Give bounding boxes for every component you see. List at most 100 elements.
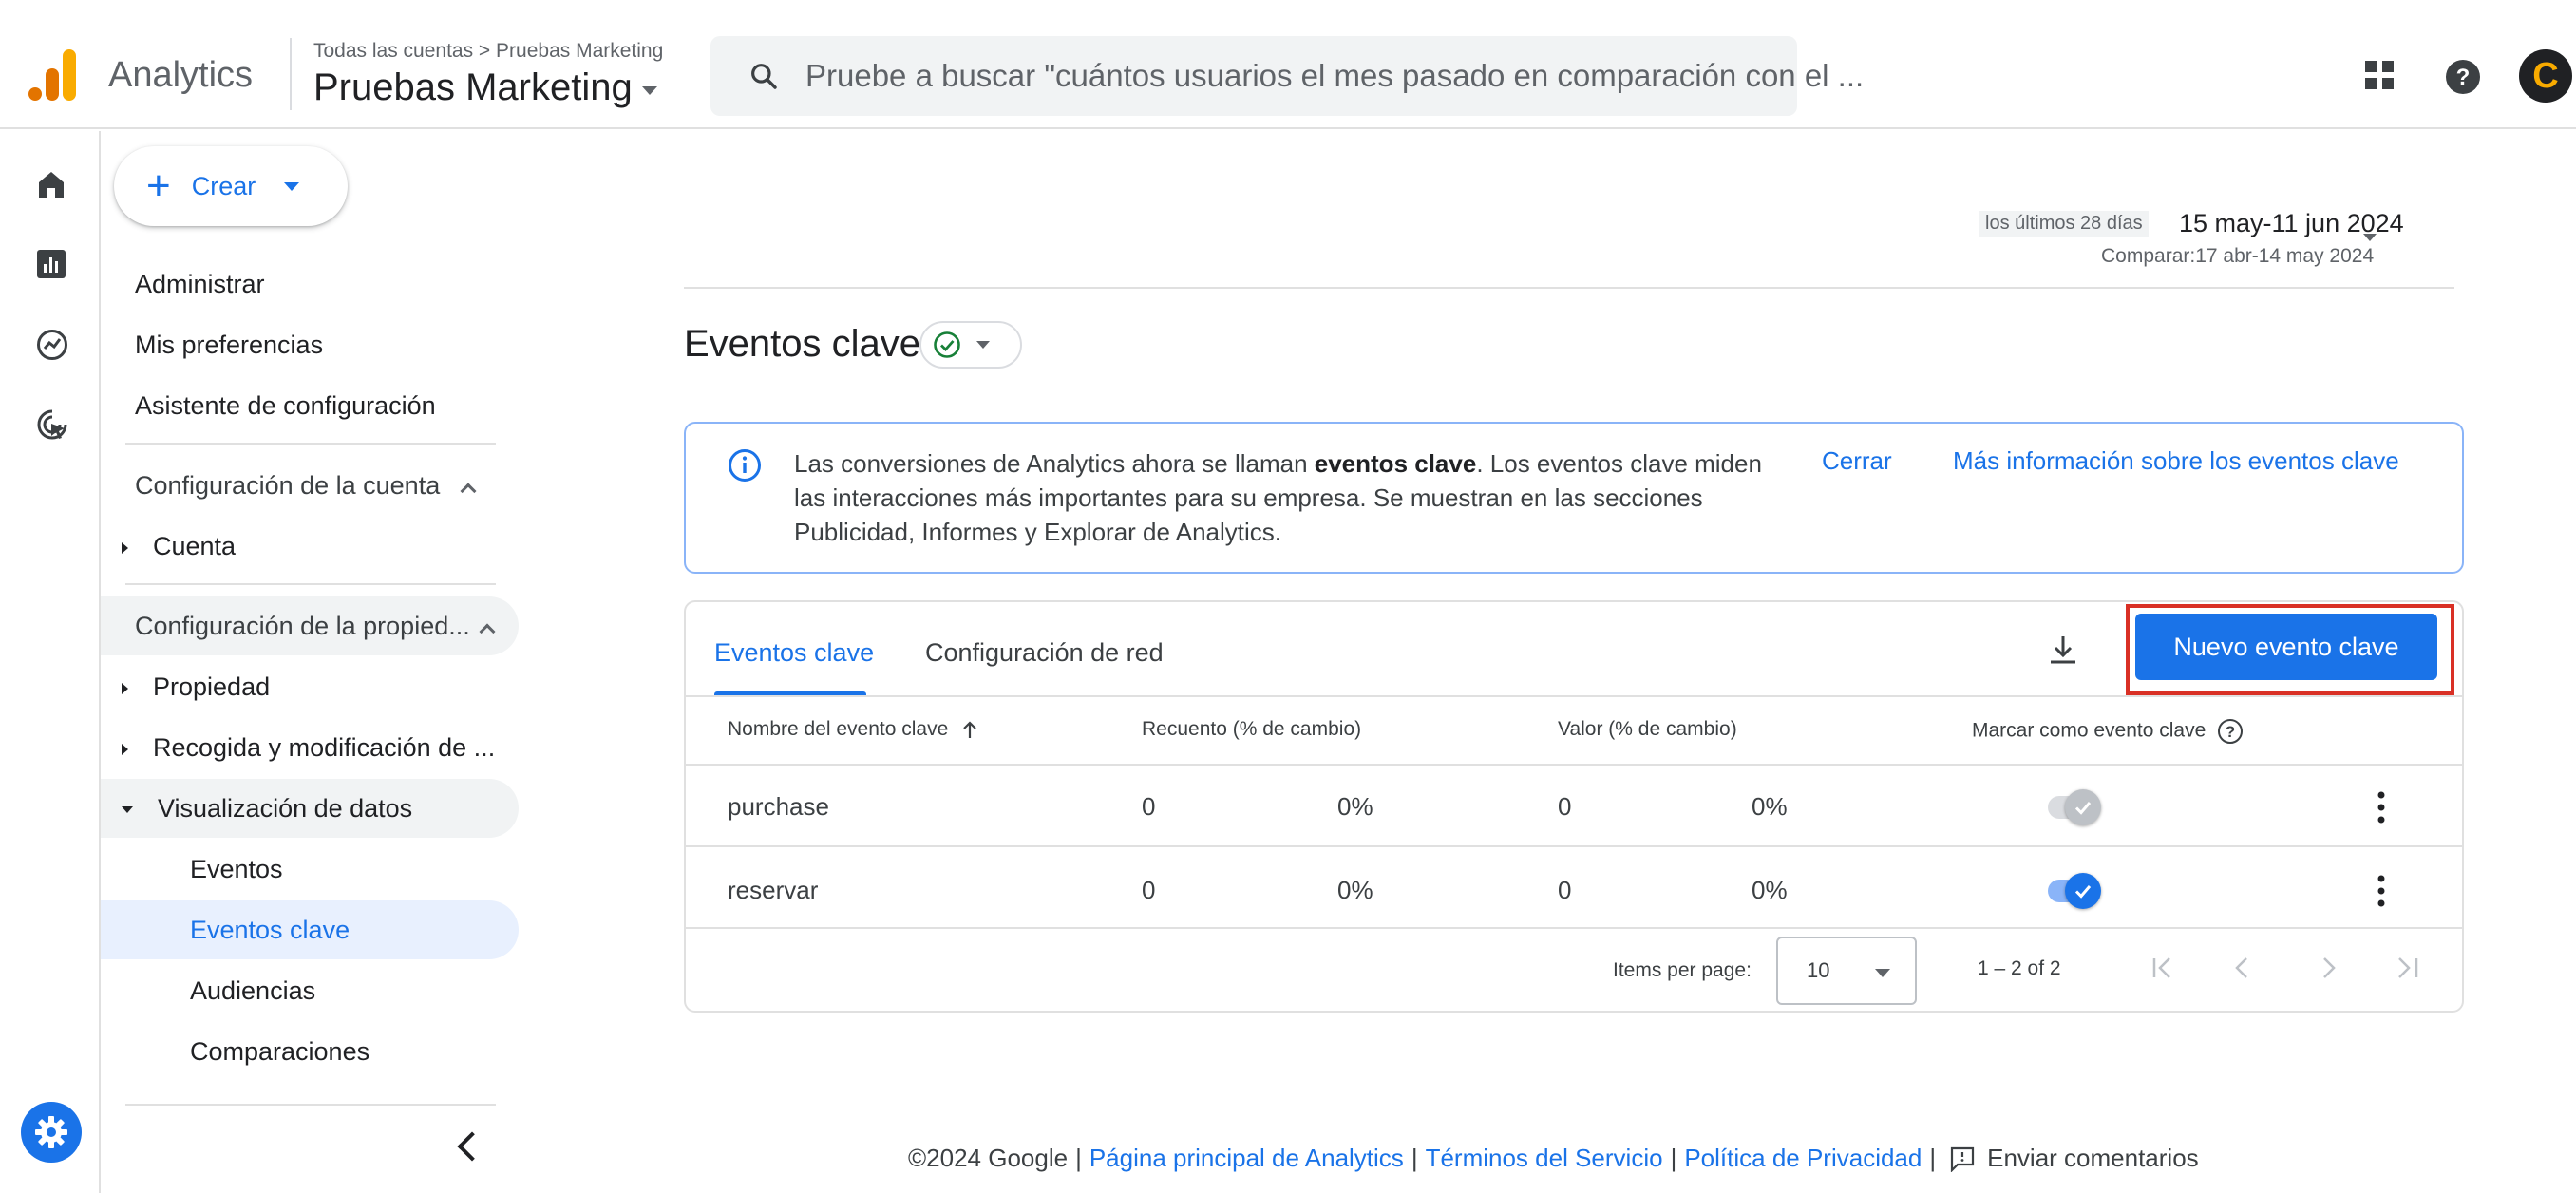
column-header-count[interactable]: Recuento (% de cambio)	[1142, 718, 1361, 741]
expand-arrow-icon	[122, 682, 128, 694]
annotation-highlight-box	[2126, 604, 2454, 695]
search-icon	[748, 61, 779, 91]
create-label: Crear	[191, 171, 256, 200]
banner-close-link[interactable]: Cerrar	[1822, 446, 1892, 476]
date-caret-down-icon[interactable]	[2363, 234, 2377, 241]
event-value-change: 0%	[1752, 792, 1788, 821]
caret-down-icon	[641, 86, 657, 95]
caret-down-icon	[284, 181, 300, 191]
footer: ©2024 Google | Página principal de Analy…	[908, 1144, 2199, 1173]
first-page-icon[interactable]	[2150, 954, 2177, 982]
nav-events[interactable]: Eventos	[190, 855, 283, 884]
svg-text:?: ?	[2456, 65, 2471, 90]
footer-separator: |	[1411, 1144, 1418, 1172]
apps-grid-icon[interactable]	[2365, 61, 2396, 91]
search-bar[interactable]: Pruebe a buscar "cuántos usuarios el mes…	[710, 36, 1864, 116]
column-header-mark[interactable]: Marcar como evento clave ?	[1972, 718, 2244, 745]
nav-account[interactable]: Cuenta	[122, 532, 236, 561]
plus-icon: +	[146, 162, 171, 209]
nav-setup-assistant[interactable]: Asistente de configuración	[135, 391, 436, 421]
more-vert-icon[interactable]	[2377, 874, 2386, 908]
data-collection-label: Recogida y modificación de ...	[153, 733, 496, 762]
check-circle-icon	[933, 331, 961, 359]
event-count: 0	[1142, 792, 1156, 821]
date-range-label[interactable]: los últimos 28 días	[1979, 211, 2149, 237]
home-icon[interactable]	[36, 169, 66, 199]
page-title: Eventos clave	[684, 323, 921, 365]
column-header-value[interactable]: Valor (% de cambio)	[1558, 718, 1737, 741]
items-per-page-select[interactable]: 10	[1776, 937, 1917, 1005]
nav-divider	[125, 1104, 496, 1106]
nav-data-collection[interactable]: Recogida y modificación de ...	[122, 733, 495, 763]
svg-text:?: ?	[2226, 723, 2235, 741]
expand-arrow-icon	[122, 541, 128, 554]
nav-comparisons[interactable]: Comparaciones	[190, 1037, 369, 1067]
account-settings-label: Configuración de la cuenta	[135, 471, 441, 500]
nav-admin[interactable]: Administrar	[135, 270, 265, 299]
account-label: Cuenta	[153, 532, 237, 560]
nav-audiences[interactable]: Audiencias	[190, 976, 315, 1006]
event-name: reservar	[728, 876, 819, 904]
analytics-logo-icon[interactable]	[28, 49, 78, 101]
advertising-icon[interactable]	[36, 408, 68, 441]
nav-property-settings[interactable]: Configuración de la propied...	[135, 612, 496, 641]
nav-data-display[interactable]: Visualización de datos	[122, 794, 412, 824]
last-page-icon[interactable]	[2394, 954, 2420, 982]
chevron-up-icon	[460, 483, 477, 500]
mark-key-event-toggle	[2048, 789, 2101, 825]
compare-range[interactable]: Comparar:17 abr-14 may 2024	[2101, 245, 2374, 268]
caret-down-icon	[1875, 969, 1890, 977]
status-chip[interactable]	[919, 321, 1022, 369]
column-header-name[interactable]: Nombre del evento clave	[728, 718, 978, 741]
left-rail	[0, 131, 101, 1193]
footer-separator: |	[1075, 1144, 1082, 1172]
property-name: Pruebas Marketing	[313, 66, 633, 108]
header-divider	[290, 38, 292, 110]
header-divider	[686, 764, 2462, 766]
explore-icon[interactable]	[36, 329, 68, 361]
download-icon[interactable]	[2046, 633, 2080, 667]
nav-key-events[interactable]: Eventos clave	[190, 916, 350, 945]
nav-property[interactable]: Propiedad	[122, 672, 270, 702]
create-button[interactable]: + Crear	[114, 146, 348, 226]
property-settings-label: Configuración de la propied...	[135, 612, 470, 640]
admin-gear-icon[interactable]	[21, 1102, 82, 1163]
breadcrumb[interactable]: Todas las cuentas > Pruebas Marketing	[313, 40, 663, 63]
reports-icon[interactable]	[36, 249, 66, 279]
caret-down-icon	[976, 341, 990, 349]
expand-arrow-icon	[122, 743, 128, 755]
help-circle-icon[interactable]: ?	[2217, 718, 2244, 745]
property-label: Propiedad	[153, 672, 271, 701]
tabs-divider	[686, 695, 2462, 697]
items-per-page-label: Items per page:	[1613, 959, 1752, 981]
search-input[interactable]: Pruebe a buscar "cuántos usuarios el mes…	[805, 58, 1864, 94]
nav-account-settings[interactable]: Configuración de la cuenta	[135, 471, 477, 501]
row-divider	[686, 845, 2462, 847]
footer-analytics-home-link[interactable]: Página principal de Analytics	[1089, 1144, 1404, 1173]
nav-divider	[125, 443, 496, 445]
event-value: 0	[1558, 792, 1572, 821]
top-header: Analytics Todas las cuentas > Pruebas Ma…	[0, 0, 2576, 129]
tab-network-settings[interactable]: Configuración de red	[925, 638, 1164, 668]
date-divider	[684, 287, 2454, 289]
banner-learn-more-link[interactable]: Más información sobre los eventos clave	[1953, 446, 2399, 476]
avatar[interactable]: C	[2519, 49, 2572, 103]
next-page-icon[interactable]	[2320, 954, 2339, 982]
property-selector[interactable]: Pruebas Marketing	[313, 66, 657, 109]
footer-terms-link[interactable]: Términos del Servicio	[1426, 1144, 1663, 1173]
footer-privacy-link[interactable]: Política de Privacidad	[1684, 1144, 1922, 1173]
row-divider	[686, 927, 2462, 929]
event-count-change: 0%	[1337, 876, 1373, 904]
check-icon	[2065, 873, 2101, 909]
feedback-icon[interactable]	[1949, 1146, 1976, 1172]
help-icon[interactable]: ?	[2445, 59, 2481, 95]
app-name: Analytics	[108, 55, 254, 95]
mark-key-event-toggle[interactable]	[2048, 873, 2101, 909]
previous-page-icon[interactable]	[2232, 954, 2251, 982]
nav-preferences[interactable]: Mis preferencias	[135, 331, 323, 360]
collapse-sidebar-icon[interactable]	[457, 1131, 487, 1162]
tab-key-events[interactable]: Eventos clave	[714, 638, 874, 668]
check-icon	[2065, 789, 2101, 825]
footer-feedback-link[interactable]: Enviar comentarios	[1987, 1144, 2199, 1173]
more-vert-icon[interactable]	[2377, 790, 2386, 824]
